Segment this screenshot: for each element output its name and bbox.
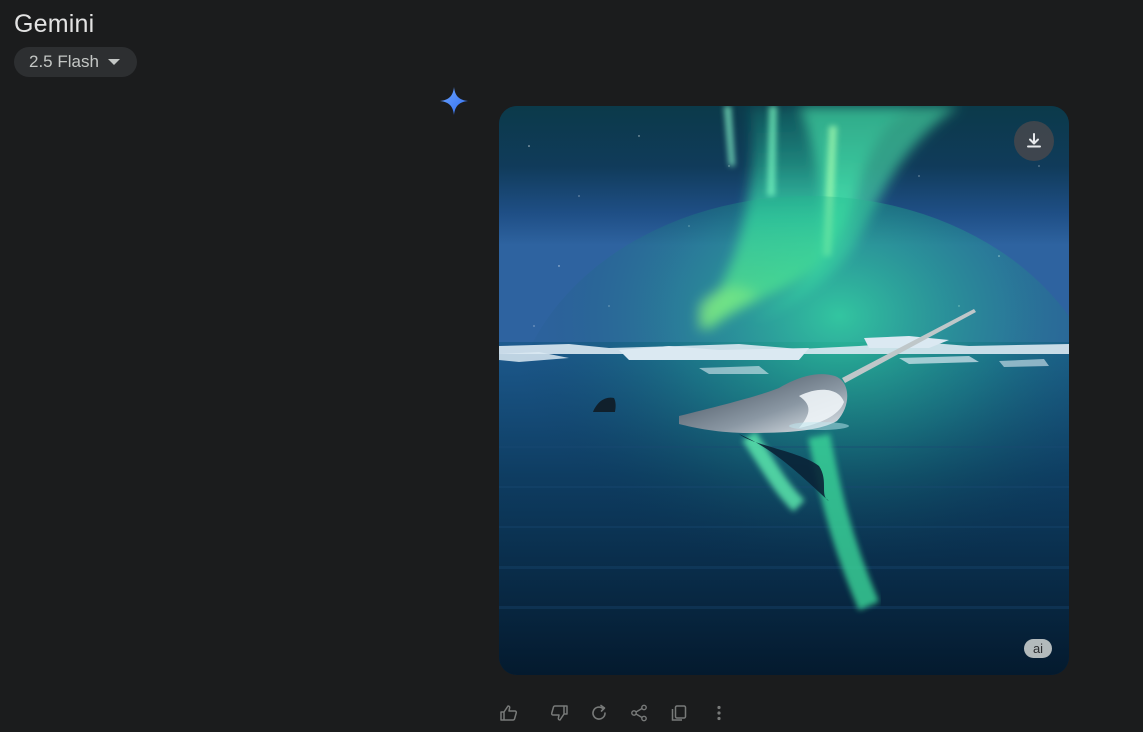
narwhal-aurora-image xyxy=(499,106,1069,675)
thumbs-down-icon xyxy=(550,705,568,721)
gemini-sparkle-icon xyxy=(440,87,468,115)
share-button[interactable] xyxy=(619,700,659,726)
app-title: Gemini xyxy=(14,10,95,38)
download-icon xyxy=(1027,133,1041,148)
regenerate-button[interactable] xyxy=(579,700,619,726)
triangle-down-icon xyxy=(107,59,120,65)
generated-image[interactable]: ai xyxy=(499,106,1069,675)
more-options-button[interactable] xyxy=(699,700,739,726)
model-switcher-button[interactable]: 2.5 Flash xyxy=(14,47,137,77)
share-icon xyxy=(631,704,647,722)
response-action-bar xyxy=(499,700,739,726)
gemini-app: Gemini 2.5 Flash ai xyxy=(0,0,1143,732)
copy-icon xyxy=(671,705,687,721)
thumbs-down-button[interactable] xyxy=(539,700,579,726)
thumbs-up-icon xyxy=(500,705,518,721)
model-switcher-label: 2.5 Flash xyxy=(29,52,99,71)
redo-icon xyxy=(592,704,606,720)
download-button[interactable] xyxy=(1014,121,1054,161)
copy-button[interactable] xyxy=(659,700,699,726)
ai-badge: ai xyxy=(1024,639,1052,658)
more-vertical-icon xyxy=(717,705,721,721)
thumbs-up-button[interactable] xyxy=(499,700,521,726)
